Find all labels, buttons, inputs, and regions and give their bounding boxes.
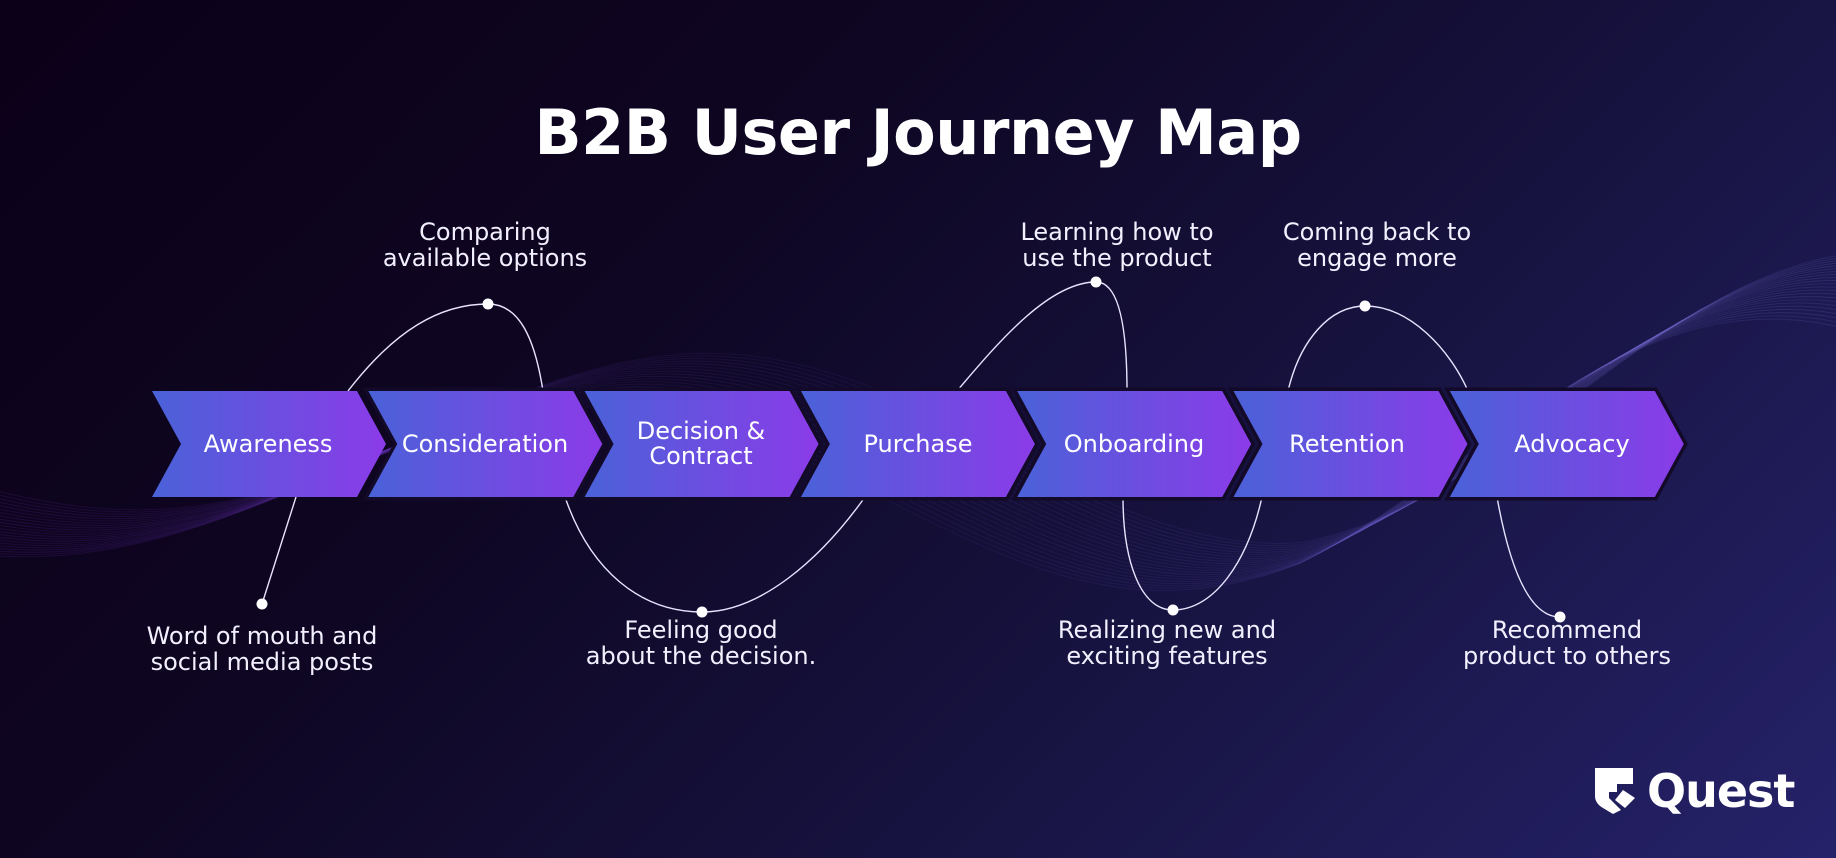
annotation-line2: available options <box>382 244 588 272</box>
annotation-line2: about the decision. <box>585 642 817 670</box>
stage-label: Decision & Contract <box>637 419 766 469</box>
annotation-line1: Coming back to <box>1282 218 1472 246</box>
stage-label-line1: Decision & <box>636 417 766 445</box>
annotation-word-of-mouth: Word of mouth and social media posts <box>112 623 412 675</box>
stage-onboarding: Onboarding <box>1034 391 1234 497</box>
annotation-line2: product to others <box>1462 642 1672 670</box>
quest-logo: Quest <box>1595 764 1795 818</box>
connector-decision <box>564 496 866 613</box>
stage-consideration: Consideration <box>385 391 585 497</box>
annotation-feeling-good: Feeling good about the decision. <box>551 617 851 669</box>
stage-label: Onboarding <box>1063 429 1205 458</box>
dot-awareness <box>256 598 268 610</box>
annotation-comparing: Comparing available options <box>335 219 635 271</box>
annotation-learning: Learning how to use the product <box>967 219 1267 271</box>
stage-label: Advocacy <box>1514 429 1630 458</box>
stage-label: Consideration <box>401 429 569 458</box>
connector-onboarding-bottom <box>1122 496 1263 611</box>
annotation-line1: Feeling good <box>624 616 778 644</box>
quest-logo-icon <box>1595 768 1635 814</box>
annotation-line2: use the product <box>1022 244 1212 272</box>
stage-label-line2: Contract <box>649 442 753 470</box>
annotation-line2: engage more <box>1297 244 1457 272</box>
stage-decision-contract: Decision & Contract <box>601 391 801 497</box>
stage-advocacy: Advocacy <box>1472 391 1672 497</box>
annotation-line1: Word of mouth and <box>146 622 378 650</box>
annotation-recommend: Recommend product to others <box>1417 617 1717 669</box>
connector-awareness <box>261 496 297 605</box>
stage-retention: Retention <box>1247 391 1447 497</box>
page-title: B2B User Journey Map <box>534 96 1302 169</box>
connector-purchase-learning <box>956 281 1128 392</box>
stage-label: Purchase <box>863 429 973 458</box>
dot-realizing <box>1167 604 1179 616</box>
annotation-coming-back: Coming back to engage more <box>1227 219 1527 271</box>
dot-consideration <box>482 298 494 310</box>
stage-label: Retention <box>1289 429 1405 458</box>
annotation-line2: social media posts <box>150 648 374 676</box>
annotation-line1: Recommend <box>1491 616 1643 644</box>
annotation-line2: exciting features <box>1066 642 1268 670</box>
connector-consideration <box>347 303 544 392</box>
connector-retention <box>1287 305 1469 392</box>
stage-awareness: Awareness <box>168 391 368 497</box>
stage-label: Awareness <box>203 429 333 458</box>
logo-text: Quest <box>1647 764 1795 818</box>
stage-purchase: Purchase <box>818 391 1018 497</box>
connector-advocacy <box>1496 496 1561 618</box>
annotation-line1: Learning how to <box>1020 218 1214 246</box>
annotation-realizing: Realizing new and exciting features <box>1017 617 1317 669</box>
dot-learning <box>1090 276 1102 288</box>
dot-coming-back <box>1359 300 1371 312</box>
annotation-line1: Realizing new and <box>1057 616 1277 644</box>
annotation-line1: Comparing <box>419 218 551 246</box>
